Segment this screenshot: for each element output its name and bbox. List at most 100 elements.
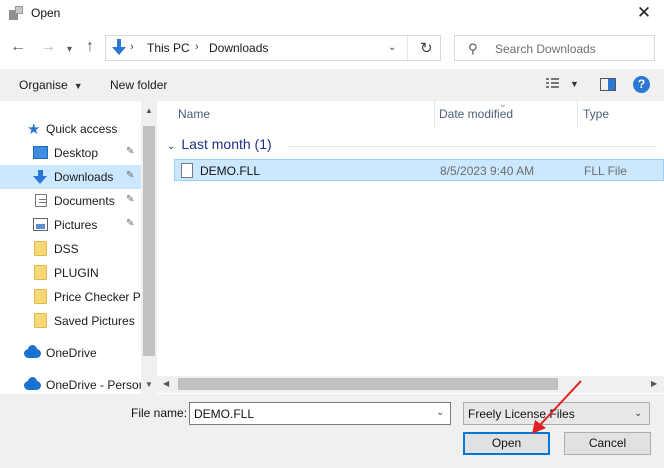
sidebar-item-desktop[interactable]: Desktop ✎ <box>0 141 141 165</box>
downloads-icon <box>33 170 48 184</box>
documents-icon <box>35 194 47 207</box>
star-icon: ★ <box>27 121 41 138</box>
sidebar-item-label: Pictures <box>54 218 98 232</box>
chevron-down-icon: ⌄ <box>634 408 643 419</box>
scrollbar-thumb[interactable] <box>178 378 558 390</box>
scroll-right-icon[interactable]: ▶ <box>651 379 657 388</box>
forward-icon[interactable]: → <box>40 38 56 56</box>
sidebar-item-label: Desktop <box>54 146 99 160</box>
onedrive-icon <box>24 345 41 358</box>
sidebar-item-label: Downloads <box>54 170 114 184</box>
column-header-type[interactable]: Type <box>578 101 664 128</box>
sidebar-item-label: Saved Pictures <box>54 314 135 328</box>
group-label: Last month (1) <box>181 136 272 152</box>
cancel-button[interactable]: Cancel <box>564 432 651 455</box>
open-button[interactable]: Open <box>463 432 550 455</box>
sidebar-item-label: OneDrive <box>46 346 97 360</box>
file-type-value: Freely License Files <box>468 407 575 421</box>
pin-icon: ✎ <box>126 218 135 229</box>
scrollbar-thumb[interactable] <box>143 126 155 356</box>
view-dropdown-icon[interactable]: ▼ <box>570 79 579 89</box>
breadcrumb-separator-icon[interactable]: › <box>130 41 134 53</box>
sidebar-item-quick-access[interactable]: ★ Quick access <box>0 117 141 141</box>
chevron-down-icon[interactable]: ⌄ <box>436 407 444 418</box>
file-row[interactable]: DEMO.FLL 8/5/2023 9:40 AM FLL File <box>174 159 664 181</box>
folder-icon <box>34 265 47 280</box>
scroll-up-icon[interactable]: ▲ <box>145 106 153 115</box>
search-icon: ⚲ <box>468 41 478 56</box>
column-header-name[interactable]: Name <box>157 101 434 128</box>
preview-pane-icon[interactable] <box>600 78 616 91</box>
downloads-folder-icon <box>112 39 126 57</box>
sidebar-item-documents[interactable]: Documents ✎ <box>0 189 141 213</box>
desktop-icon <box>33 146 48 159</box>
sidebar-item-label: Quick access <box>46 122 118 136</box>
folder-icon <box>34 289 47 304</box>
sidebar-item-dss[interactable]: DSS <box>0 237 141 261</box>
sidebar-item-onedrive-personal[interactable]: OneDrive - Persor <box>0 373 143 394</box>
breadcrumb-separator-icon[interactable]: › <box>195 41 199 53</box>
chevron-down-icon: ⌄ <box>167 141 176 152</box>
file-name-combobox[interactable]: ⌄ <box>189 402 451 425</box>
help-icon[interactable]: ? <box>633 76 650 93</box>
file-date: 8/5/2023 9:40 AM <box>440 164 535 178</box>
organise-button[interactable]: Organise ▼ <box>19 78 83 92</box>
chevron-down-icon: ▼ <box>73 81 83 91</box>
pin-icon: ✎ <box>126 194 135 205</box>
group-header[interactable]: ⌄ Last month (1) <box>167 136 272 152</box>
new-folder-button[interactable]: New folder <box>110 78 167 92</box>
column-name-label: Name <box>178 107 211 121</box>
view-options-icon[interactable] <box>546 78 562 90</box>
horizontal-scrollbar[interactable]: ◀ ▶ <box>157 376 664 393</box>
file-type-select[interactable]: Freely License Files ⌄ <box>463 402 650 425</box>
refresh-icon[interactable]: ↻ <box>420 39 433 57</box>
file-name-input[interactable] <box>190 403 430 424</box>
onedrive-icon <box>24 377 41 390</box>
sidebar-item-onedrive[interactable]: OneDrive <box>0 341 141 365</box>
sidebar-item-label: PLUGIN <box>54 266 99 280</box>
sidebar-item-price-checker[interactable]: Price Checker Pi <box>0 285 144 309</box>
organise-label: Organise <box>19 78 68 92</box>
pictures-icon <box>33 218 48 231</box>
sidebar-item-label: Price Checker Pi <box>54 290 144 304</box>
sidebar-item-label: DSS <box>54 242 79 256</box>
pin-icon: ✎ <box>126 170 135 181</box>
navigation-pane: ★ Quick access Desktop ✎ Downloads ✎ Doc… <box>0 101 157 394</box>
group-divider <box>287 146 657 147</box>
window-title: Open <box>31 6 61 20</box>
up-icon[interactable]: ↑ <box>86 38 94 56</box>
back-icon[interactable]: ← <box>10 38 26 56</box>
dialog-footer: File name: ⌄ Freely License Files ⌄ Open… <box>0 394 664 468</box>
column-header-date-modified[interactable]: Date modified <box>435 101 577 128</box>
navigation-bar: ← → ▾ ↑ › This PC › Downloads ⌄ ↻ ⚲ Sear… <box>0 27 664 69</box>
folder-icon <box>34 313 47 328</box>
file-icon <box>181 163 193 178</box>
column-date-label: Date modified <box>439 107 514 121</box>
breadcrumb-this-pc[interactable]: This PC <box>147 41 190 55</box>
sidebar-item-plugin[interactable]: PLUGIN <box>0 261 141 285</box>
search-input[interactable]: ⚲ Search Downloads <box>454 35 655 61</box>
pin-icon: ✎ <box>126 146 135 157</box>
breadcrumb-downloads[interactable]: Downloads <box>209 41 268 55</box>
file-list: Name ⌄ Date modified Type ⌄ Last month (1… <box>157 101 664 394</box>
search-placeholder: Search Downloads <box>495 42 596 56</box>
sidebar-item-label: Documents <box>54 194 115 208</box>
divider <box>407 36 408 60</box>
close-button[interactable]: ✕ <box>624 0 664 27</box>
sidebar-scrollbar[interactable]: ▲ ▼ <box>141 101 157 394</box>
file-name: DEMO.FLL <box>200 164 261 178</box>
recent-locations-icon[interactable]: ▾ <box>67 41 72 59</box>
sidebar-item-saved-pictures[interactable]: Saved Pictures <box>0 309 141 333</box>
scroll-down-icon[interactable]: ▼ <box>145 380 153 389</box>
folder-icon <box>34 241 47 256</box>
file-type: FLL File <box>584 164 627 178</box>
sidebar-item-pictures[interactable]: Pictures ✎ <box>0 213 141 237</box>
sidebar-item-label: OneDrive - Persor <box>46 378 143 392</box>
app-icon <box>9 6 25 20</box>
address-bar[interactable]: › This PC › Downloads ⌄ ↻ <box>105 35 441 61</box>
column-type-label: Type <box>583 107 610 121</box>
address-dropdown-icon[interactable]: ⌄ <box>388 42 396 53</box>
command-bar: Organise ▼ New folder ▼ ? <box>0 69 664 101</box>
sidebar-item-downloads[interactable]: Downloads ✎ <box>0 165 141 189</box>
scroll-left-icon[interactable]: ◀ <box>163 379 169 388</box>
